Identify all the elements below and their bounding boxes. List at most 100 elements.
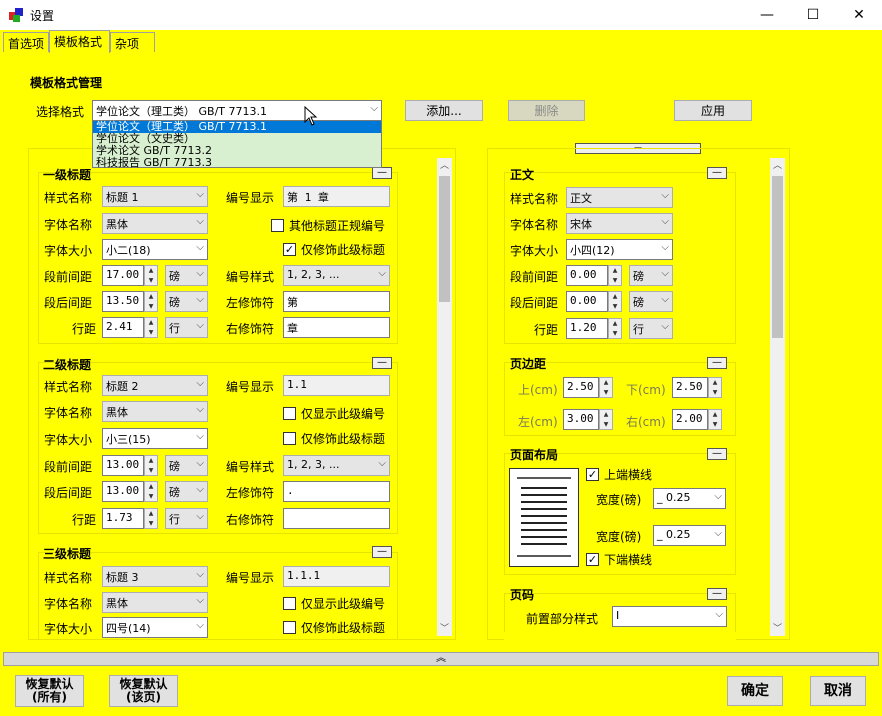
- bt-space-after-unit[interactable]: 磅 ⌵: [629, 291, 673, 312]
- bt-space-before-input[interactable]: 0.00: [566, 265, 608, 286]
- h1-space-before-unit[interactable]: 磅 ⌵: [165, 265, 208, 286]
- h1-space-after-input[interactable]: 13.50: [102, 291, 144, 312]
- h2-number-display-input[interactable]: 1.1: [283, 375, 390, 396]
- h2-space-after-spinner[interactable]: ▲ ▼: [144, 481, 158, 502]
- tab-template-format[interactable]: 模板格式: [49, 30, 110, 53]
- h1-opt1-checkbox[interactable]: [271, 219, 284, 232]
- h2-font-size-select[interactable]: 小三(15) ⌵: [102, 428, 208, 449]
- h3-style-name-label: 样式名称: [44, 571, 93, 585]
- h2-opt2-checkbox[interactable]: [283, 432, 296, 445]
- collapse-heading2-icon[interactable]: —: [372, 357, 392, 369]
- h1-right-deco-input[interactable]: 章: [283, 317, 390, 338]
- h2-line-spacing-input[interactable]: 1.73: [102, 508, 144, 529]
- h1-opt2-checkbox[interactable]: ✓: [283, 243, 296, 256]
- h1-line-spacing-unit[interactable]: 行 ⌵: [165, 317, 208, 338]
- collapse-layout-icon[interactable]: —: [707, 448, 727, 460]
- collapse-body-text-icon[interactable]: —: [707, 167, 727, 179]
- scroll-thumb[interactable]: [439, 176, 450, 302]
- restore-all-button[interactable]: 恢复默认 (所有): [15, 675, 84, 707]
- h1-space-before-input[interactable]: 17.00: [102, 265, 144, 286]
- h1-left-deco-input[interactable]: 第: [283, 291, 390, 312]
- ok-button[interactable]: 确定: [727, 676, 783, 706]
- front-style-select[interactable]: I ⌵: [612, 606, 727, 627]
- collapse-margins-icon[interactable]: —: [707, 357, 727, 369]
- h2-space-before-input[interactable]: 13.00: [102, 455, 144, 476]
- collapse-page-number-icon[interactable]: —: [707, 588, 727, 600]
- h2-style-name-select[interactable]: 标题 2 ⌵: [102, 375, 208, 396]
- bt-line-spacing-input[interactable]: 1.20: [566, 318, 608, 339]
- h2-number-style-select[interactable]: 1, 2, 3, ... ⌵: [283, 455, 390, 476]
- minimize-button[interactable]: —: [744, 0, 790, 30]
- h2-opt1-checkbox[interactable]: [283, 407, 296, 420]
- collapse-heading3-icon[interactable]: —: [372, 546, 392, 558]
- h2-line-spacing-spinner[interactable]: ▲ ▼: [144, 508, 158, 529]
- scroll-up-icon[interactable]: ︿: [437, 158, 452, 171]
- scroll-down-icon[interactable]: ﹀: [437, 621, 452, 634]
- h2-font-name-select[interactable]: 黑体 ⌵: [102, 401, 208, 422]
- h3-number-display-input[interactable]: 1.1.1: [283, 566, 390, 587]
- margin-left-input[interactable]: 3.00: [563, 409, 599, 430]
- h2-space-before-spinner[interactable]: ▲ ▼: [144, 455, 158, 476]
- apply-button[interactable]: 应用: [674, 100, 752, 121]
- left-scrollbar[interactable]: ︿ ﹀: [437, 158, 452, 636]
- h1-line-spacing-spinner[interactable]: ▲ ▼: [144, 317, 158, 338]
- margin-top-input[interactable]: 2.50: [563, 377, 599, 398]
- add-button[interactable]: 添加...: [405, 100, 483, 121]
- h1-space-before-spinner[interactable]: ▲ ▼: [144, 265, 158, 286]
- h3-opt1-checkbox[interactable]: [283, 597, 296, 610]
- h1-space-after-spinner[interactable]: ▲ ▼: [144, 291, 158, 312]
- h1-space-after-unit[interactable]: 磅 ⌵: [165, 291, 208, 312]
- splitter-bar[interactable]: ︽: [3, 652, 879, 666]
- scroll-up-icon[interactable]: ︿: [770, 158, 785, 171]
- bt-font-size-select[interactable]: 小四(12) ⌵: [566, 239, 673, 260]
- format-select[interactable]: 学位论文（理工类） GB/T 7713.1 ⌵: [92, 100, 382, 121]
- h2-space-after-unit[interactable]: 磅 ⌵: [165, 481, 208, 502]
- tab-misc[interactable]: 杂项: [110, 32, 155, 52]
- bt-style-name-select[interactable]: 正文 ⌵: [566, 187, 673, 208]
- bt-space-before-spinner[interactable]: ▲ ▼: [608, 265, 622, 286]
- bt-line-spacing-unit[interactable]: 行 ⌵: [629, 318, 673, 339]
- width1-select[interactable]: _ 0.25 ⌵: [653, 488, 726, 509]
- bt-space-after-spinner[interactable]: ▲ ▼: [608, 291, 622, 312]
- bt-line-spacing-spinner[interactable]: ▲ ▼: [608, 318, 622, 339]
- delete-button[interactable]: 删除: [508, 100, 585, 121]
- margin-left-spinner[interactable]: ▲ ▼: [599, 409, 613, 430]
- margin-right-input[interactable]: 2.00: [672, 409, 708, 430]
- tab-preferences[interactable]: 首选项: [3, 32, 49, 52]
- right-scrollbar[interactable]: ︿ ﹀: [770, 158, 785, 636]
- dropdown-option[interactable]: 科技报告 GB/T 7713.3: [93, 157, 381, 169]
- h2-left-deco-input[interactable]: .: [283, 481, 390, 502]
- bt-font-name-select[interactable]: 宋体 ⌵: [566, 213, 673, 234]
- margin-top-spinner[interactable]: ▲ ▼: [599, 377, 613, 398]
- h3-style-name-select[interactable]: 标题 3 ⌵: [102, 566, 208, 587]
- bt-space-after-unit-value: 磅: [633, 296, 644, 309]
- h2-space-after-input[interactable]: 13.00: [102, 481, 144, 502]
- cancel-button[interactable]: 取消: [810, 676, 866, 706]
- h1-line-spacing-input[interactable]: 2.41: [102, 317, 144, 338]
- margin-bottom-spinner[interactable]: ▲ ▼: [708, 377, 722, 398]
- margin-right-spinner[interactable]: ▲ ▼: [708, 409, 722, 430]
- h2-space-before-unit[interactable]: 磅 ⌵: [165, 455, 208, 476]
- h2-right-deco-input[interactable]: [283, 508, 390, 529]
- restore-page-button[interactable]: 恢复默认 (该页): [109, 675, 178, 707]
- maximize-button[interactable]: ☐: [790, 0, 836, 30]
- bt-space-after-input[interactable]: 0.00: [566, 291, 608, 312]
- h3-opt2-checkbox[interactable]: [283, 621, 296, 634]
- close-button[interactable]: ✕: [836, 0, 882, 30]
- bt-space-before-unit[interactable]: 磅 ⌵: [629, 265, 673, 286]
- h1-number-display-input[interactable]: 第 1 章: [283, 186, 390, 207]
- width2-select[interactable]: _ 0.25 ⌵: [653, 525, 726, 546]
- scroll-down-icon[interactable]: ﹀: [770, 621, 785, 634]
- top-line-checkbox[interactable]: ✓: [586, 468, 599, 481]
- h3-font-name-select[interactable]: 黑体 ⌵: [102, 592, 208, 613]
- h1-style-name-select[interactable]: 标题 1 ⌵: [102, 186, 208, 207]
- scroll-thumb[interactable]: [772, 176, 783, 338]
- h1-font-size-value: 小二(18): [106, 244, 151, 257]
- h2-line-spacing-unit[interactable]: 行 ⌵: [165, 508, 208, 529]
- h1-font-size-select[interactable]: 小二(18) ⌵: [102, 239, 208, 260]
- h1-number-style-select[interactable]: 1, 2, 3, ... ⌵: [283, 265, 390, 286]
- h1-font-name-select[interactable]: 黑体 ⌵: [102, 213, 208, 234]
- bottom-line-checkbox[interactable]: ✓: [586, 553, 599, 566]
- margin-bottom-input[interactable]: 2.50: [672, 377, 708, 398]
- h3-font-size-select[interactable]: 四号(14) ⌵: [102, 617, 208, 638]
